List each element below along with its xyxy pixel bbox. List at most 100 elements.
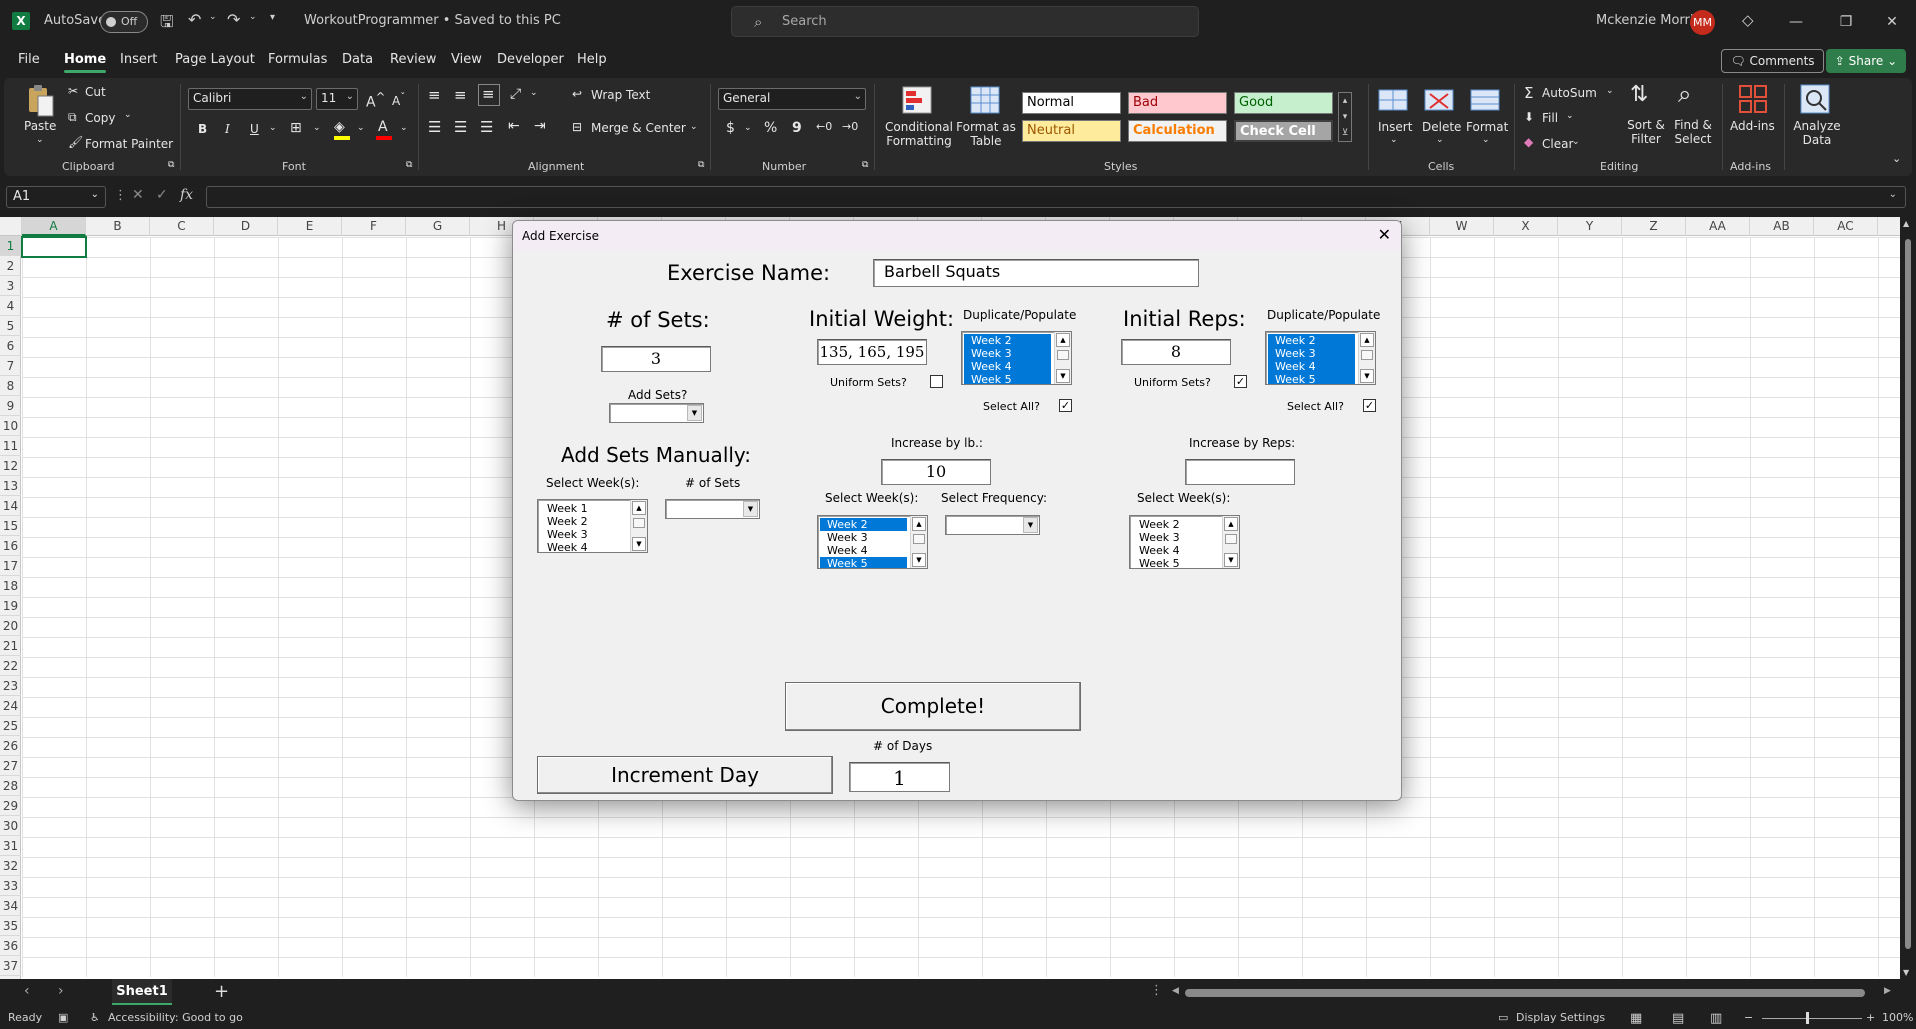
column-header[interactable]: Z [1622,217,1686,236]
manual-weeks-list[interactable]: Week 1 Week 2 Week 3 Week 4 ▲ ▼ [537,499,648,553]
page-layout-view-icon[interactable]: ▤ [1672,1011,1684,1026]
sort-filter-label[interactable]: Sort & Filter [1624,118,1668,146]
enter-formula-icon[interactable]: ✓ [156,187,168,203]
exercise-name-input[interactable]: Barbell Squats [873,259,1199,287]
align-middle-icon[interactable]: ≡ [454,86,467,104]
list-item[interactable]: Week 2 [1132,518,1219,531]
select-all-reps-checkbox[interactable]: ✓ [1363,399,1376,412]
row-header[interactable]: 35 [0,916,21,936]
zoom-in-icon[interactable]: + [1866,1011,1875,1024]
name-box[interactable]: A1 ⌄ [6,186,106,208]
num-days-input[interactable]: 1 [849,762,950,792]
row-header[interactable]: 32 [0,856,21,876]
style-calculation[interactable]: Calculation [1128,120,1227,142]
align-left-icon[interactable]: ☰ [428,118,441,136]
minimize-icon[interactable]: — [1776,8,1816,36]
align-top-icon[interactable]: ≡ [428,86,441,104]
num-sets-manual-select[interactable]: ▼ [665,499,760,519]
orientation-icon[interactable]: ⤢ [510,86,521,102]
borders-dropdown-icon[interactable]: ⌄ [313,123,321,133]
insert-function-icon[interactable]: fx [180,187,193,203]
format-as-table-icon[interactable] [970,86,1000,116]
tab-insert[interactable]: Insert [120,52,157,67]
row-header[interactable]: 29 [0,796,21,816]
delete-cells-label[interactable]: Delete [1422,120,1461,134]
list-item[interactable]: Week 4 [1132,544,1219,557]
autosave-toggle[interactable]: Off [100,11,148,33]
list-item[interactable]: Week 4 [964,360,1051,373]
restore-icon[interactable]: ❐ [1826,8,1866,36]
autosum-icon[interactable]: Σ [1524,84,1533,102]
tab-split-icon[interactable]: ⋮ [1150,983,1163,998]
increase-font-icon[interactable]: A^ [366,90,385,111]
tab-review[interactable]: Review [390,52,436,67]
close-icon[interactable]: ✕ [1378,225,1391,244]
decrease-font-icon[interactable]: Aˇ [392,92,405,108]
scroll-up-icon[interactable]: ▲ [1903,219,1909,228]
row-header[interactable]: 21 [0,636,21,656]
diamond-icon[interactable]: ◇ [1742,11,1754,29]
insert-cells-icon[interactable] [1378,86,1408,116]
number-format-select[interactable]: General ⌄ [718,88,866,110]
decrease-indent-icon[interactable]: ⇤ [508,118,520,134]
accessibility-icon[interactable]: ♿ [90,1011,100,1024]
row-header[interactable]: 22 [0,656,21,676]
list-scrollbar[interactable]: ▲ ▼ [630,500,647,552]
merge-center-label[interactable]: Merge & Center [591,121,686,135]
column-header[interactable]: W [1430,217,1494,236]
macro-record-icon[interactable]: ▣ [58,1011,68,1024]
list-scrollbar[interactable]: ▲ ▼ [910,516,927,568]
column-header[interactable]: F [342,217,406,236]
format-painter-icon[interactable]: 🖌 [68,135,83,149]
cut-label[interactable]: Cut [85,85,106,99]
font-color-dropdown-icon[interactable]: ⌄ [400,123,408,133]
row-header[interactable]: 27 [0,756,21,776]
number-launcher-icon[interactable]: ⧉ [862,160,868,170]
list-item[interactable]: Week 2 [540,515,627,528]
uniform-sets-weight-checkbox[interactable] [930,375,943,388]
tab-formulas[interactable]: Formulas [268,52,327,67]
accessibility-status[interactable]: Accessibility: Good to go [108,1011,243,1024]
column-header[interactable]: D [214,217,278,236]
redo-dropdown-icon[interactable]: ⌄ [249,12,257,22]
row-header[interactable]: 7 [0,356,21,376]
wrap-text-icon[interactable]: ↩ [572,87,582,101]
style-good[interactable]: Good [1234,92,1333,114]
zoom-slider[interactable] [1762,1018,1862,1019]
scroll-up-icon[interactable]: ▲ [1056,333,1070,347]
tab-page-layout[interactable]: Page Layout [175,52,255,67]
page-break-view-icon[interactable]: ▥ [1710,1011,1722,1026]
initial-weight-input[interactable]: 135, 165, 195 [817,339,927,365]
sheet-tab-sheet1[interactable]: Sheet1 [112,979,172,1005]
column-header[interactable]: AA [1686,217,1750,236]
scroll-down-icon[interactable]: ▼ [1056,369,1070,383]
scroll-up-icon[interactable]: ▲ [1360,333,1374,347]
addins-icon[interactable] [1738,84,1768,114]
column-header[interactable]: B [86,217,150,236]
row-header[interactable]: 10 [0,416,21,436]
scroll-down-icon[interactable]: ▼ [632,537,646,551]
scroll-down-icon[interactable]: ▼ [1360,369,1374,383]
reps-weeks-list[interactable]: Week 2 Week 3 Week 4 Week 5 ▲ ▼ [1129,515,1240,569]
style-check-cell[interactable]: Check Cell [1234,120,1333,142]
collapse-ribbon-icon[interactable]: ⌄ [1892,152,1901,165]
undo-icon[interactable]: ↶ [188,10,201,29]
tab-help[interactable]: Help [577,52,607,67]
column-header[interactable]: X [1494,217,1558,236]
search-box[interactable]: ⌕ Search [731,6,1199,37]
list-item[interactable]: Week 5 [1132,557,1219,568]
cut-icon[interactable]: ✂ [68,84,78,98]
chevron-down-icon[interactable]: ▼ [743,501,758,517]
insert-dropdown-icon[interactable]: ⌄ [1390,135,1398,145]
list-scrollbar[interactable]: ▲ ▼ [1222,516,1239,568]
list-item[interactable]: Week 2 [820,518,907,531]
borders-icon[interactable]: ⊞ [290,120,302,136]
list-scrollbar[interactable]: ▲ ▼ [1054,332,1071,384]
analyze-data-label[interactable]: Analyze Data [1792,119,1842,147]
clear-dropdown-icon[interactable]: ⌄ [1572,137,1580,147]
chevron-down-icon[interactable]: ▼ [1023,517,1038,533]
select-all-corner[interactable] [0,217,22,236]
row-header[interactable]: 37 [0,956,21,976]
list-scrollbar[interactable]: ▲ ▼ [1358,332,1375,384]
column-header[interactable]: E [278,217,342,236]
